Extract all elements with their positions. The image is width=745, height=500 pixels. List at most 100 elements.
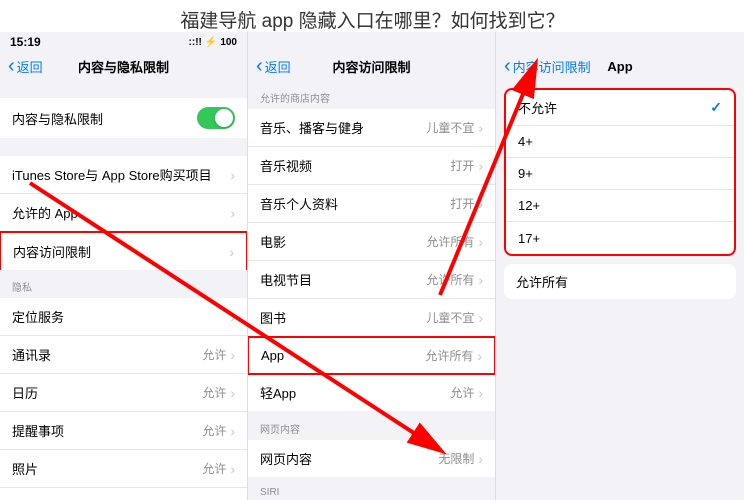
chevron-icon: › — [230, 347, 235, 363]
age-rating-group: 不允许✓4+9+12+17+ — [504, 88, 736, 256]
item-value: 儿童不宜 — [426, 119, 474, 136]
allow-all-group: 允许所有 — [504, 264, 736, 299]
chevron-icon: › — [478, 272, 483, 288]
list-item[interactable]: 定位服务› — [0, 298, 247, 336]
item-value: 允许 — [202, 460, 226, 477]
chevron-icon: › — [478, 310, 483, 326]
nav-title-1: 内容与隐私限制 — [78, 57, 169, 76]
item-label: 音乐、播客与健身 — [260, 118, 426, 137]
list-item[interactable]: 轻App允许› — [248, 374, 495, 411]
item-value: 允许所有 — [425, 347, 473, 364]
chevron-icon: › — [230, 423, 235, 439]
list-item[interactable]: 12+ — [506, 190, 734, 222]
content-restrictions-row[interactable]: 内容访问限制 › — [0, 231, 248, 270]
item-label: 9+ — [518, 166, 722, 181]
nav-title-3: App — [607, 59, 632, 74]
nav-bar-2: 返回 内容访问限制 — [248, 52, 495, 80]
list-item[interactable]: 音乐视频打开› — [248, 147, 495, 185]
list-item[interactable]: 4+ — [506, 126, 734, 158]
list-item[interactable]: 通讯录允许› — [0, 336, 247, 374]
list-item[interactable]: 图书儿童不宜› — [248, 299, 495, 337]
item-value: 允许 — [202, 384, 226, 401]
checkmark-icon: ✓ — [710, 99, 722, 116]
top-group: iTunes Store与 App Store购买项目 › 允许的 App › … — [0, 156, 247, 270]
chevron-icon: › — [478, 158, 483, 174]
back-button[interactable]: 返回 — [8, 57, 43, 76]
list-item[interactable]: 音乐、播客与健身儿童不宜› — [248, 109, 495, 147]
item-label: 音乐个人资料 — [260, 194, 450, 213]
privacy-toggle-row[interactable]: 内容与隐私限制 — [0, 98, 247, 138]
panel-1: 15:19 ::!!⚡100 返回 内容与隐私限制 内容与隐私限制 iTunes… — [0, 32, 248, 500]
item-label: 日历 — [12, 383, 202, 402]
item-label: 照片 — [12, 459, 202, 478]
item-label: 轻App — [260, 383, 450, 402]
item-label: 电视节目 — [260, 270, 426, 289]
list-item[interactable]: 9+ — [506, 158, 734, 190]
back-button[interactable]: 内容访问限制 — [504, 57, 591, 76]
list-item[interactable]: 提醒事项允许› — [0, 412, 247, 450]
item-value: 允许 — [450, 384, 474, 401]
web-section-header: 网页内容 — [248, 411, 495, 440]
item-label: 图书 — [260, 308, 426, 327]
list-item[interactable]: 不允许✓ — [506, 90, 734, 126]
status-bar: 15:19 ::!!⚡100 — [0, 32, 247, 52]
item-value: 无限制 — [438, 450, 474, 467]
item-label: 12+ — [518, 198, 722, 213]
panels-container: 15:19 ::!!⚡100 返回 内容与隐私限制 内容与隐私限制 iTunes… — [0, 32, 745, 500]
chevron-icon: › — [230, 167, 235, 183]
nav-title-2: 内容访问限制 — [332, 57, 410, 76]
item-value: 允许所有 — [426, 271, 474, 288]
chevron-icon: › — [230, 309, 235, 325]
store-group: 音乐、播客与健身儿童不宜›音乐视频打开›音乐个人资料打开›电影允许所有›电视节目… — [248, 109, 495, 411]
itunes-row[interactable]: iTunes Store与 App Store购买项目 › — [0, 156, 247, 194]
item-label: 通讯录 — [12, 345, 202, 364]
item-label: 17+ — [518, 231, 722, 246]
toggle-label: 内容与隐私限制 — [12, 109, 197, 128]
item-value: 允许 — [202, 422, 226, 439]
chevron-icon: › — [478, 120, 483, 136]
list-item[interactable]: 照片允许› — [0, 450, 247, 488]
page-title: 福建导航 app 隐藏入口在哪里？如何找到它？ — [0, 0, 745, 32]
item-label: 不允许 — [518, 98, 710, 117]
list-item[interactable]: 音乐个人资料打开› — [248, 185, 495, 223]
item-label: App — [261, 348, 425, 363]
chevron-icon: › — [230, 205, 235, 221]
panel-2: 返回 内容访问限制 允许的商店内容 音乐、播客与健身儿童不宜›音乐视频打开›音乐… — [248, 32, 496, 500]
list-item[interactable]: App允许所有› — [248, 336, 496, 375]
item-value: 打开 — [450, 157, 474, 174]
list-item[interactable]: 共享我的位置允许› — [0, 488, 247, 500]
status-icons: ::!!⚡100 — [189, 37, 237, 48]
privacy-group: 定位服务›通讯录允许›日历允许›提醒事项允许›照片允许›共享我的位置允许›蓝牙共… — [0, 298, 247, 500]
siri-section-header: SIRI — [248, 477, 495, 500]
item-label: 定位服务 — [12, 307, 226, 326]
list-item[interactable]: 日历允许› — [0, 374, 247, 412]
list-item[interactable]: 17+ — [506, 222, 734, 254]
item-label: 网页内容 — [260, 449, 438, 468]
item-value: 允许所有 — [426, 233, 474, 250]
nav-bar-1: 返回 内容与隐私限制 — [0, 52, 247, 80]
chevron-icon: › — [229, 244, 234, 260]
list-item[interactable]: 电视节目允许所有› — [248, 261, 495, 299]
store-section-header: 允许的商店内容 — [248, 80, 495, 109]
list-item[interactable]: 电影允许所有› — [248, 223, 495, 261]
toggle-group: 内容与隐私限制 — [0, 98, 247, 138]
privacy-section-header: 隐私 — [0, 269, 247, 298]
item-label: 音乐视频 — [260, 156, 450, 175]
item-value: 儿童不宜 — [426, 309, 474, 326]
web-group: 网页内容无限制› — [248, 440, 495, 477]
chevron-icon: › — [230, 385, 235, 401]
back-button[interactable]: 返回 — [256, 57, 291, 76]
item-value: 允许 — [202, 346, 226, 363]
allow-all-row[interactable]: 允许所有 — [504, 264, 736, 299]
chevron-icon: › — [478, 451, 483, 467]
chevron-icon: › — [478, 385, 483, 401]
chevron-icon: › — [230, 461, 235, 477]
chevron-icon: › — [478, 196, 483, 212]
list-item[interactable]: 网页内容无限制› — [248, 440, 495, 477]
allowed-apps-row[interactable]: 允许的 App › — [0, 194, 247, 232]
chevron-icon: › — [477, 348, 482, 364]
toggle-switch[interactable] — [197, 107, 235, 129]
chevron-icon: › — [478, 234, 483, 250]
nav-bar-3: 内容访问限制 App — [496, 52, 744, 80]
item-label: 电影 — [260, 232, 426, 251]
